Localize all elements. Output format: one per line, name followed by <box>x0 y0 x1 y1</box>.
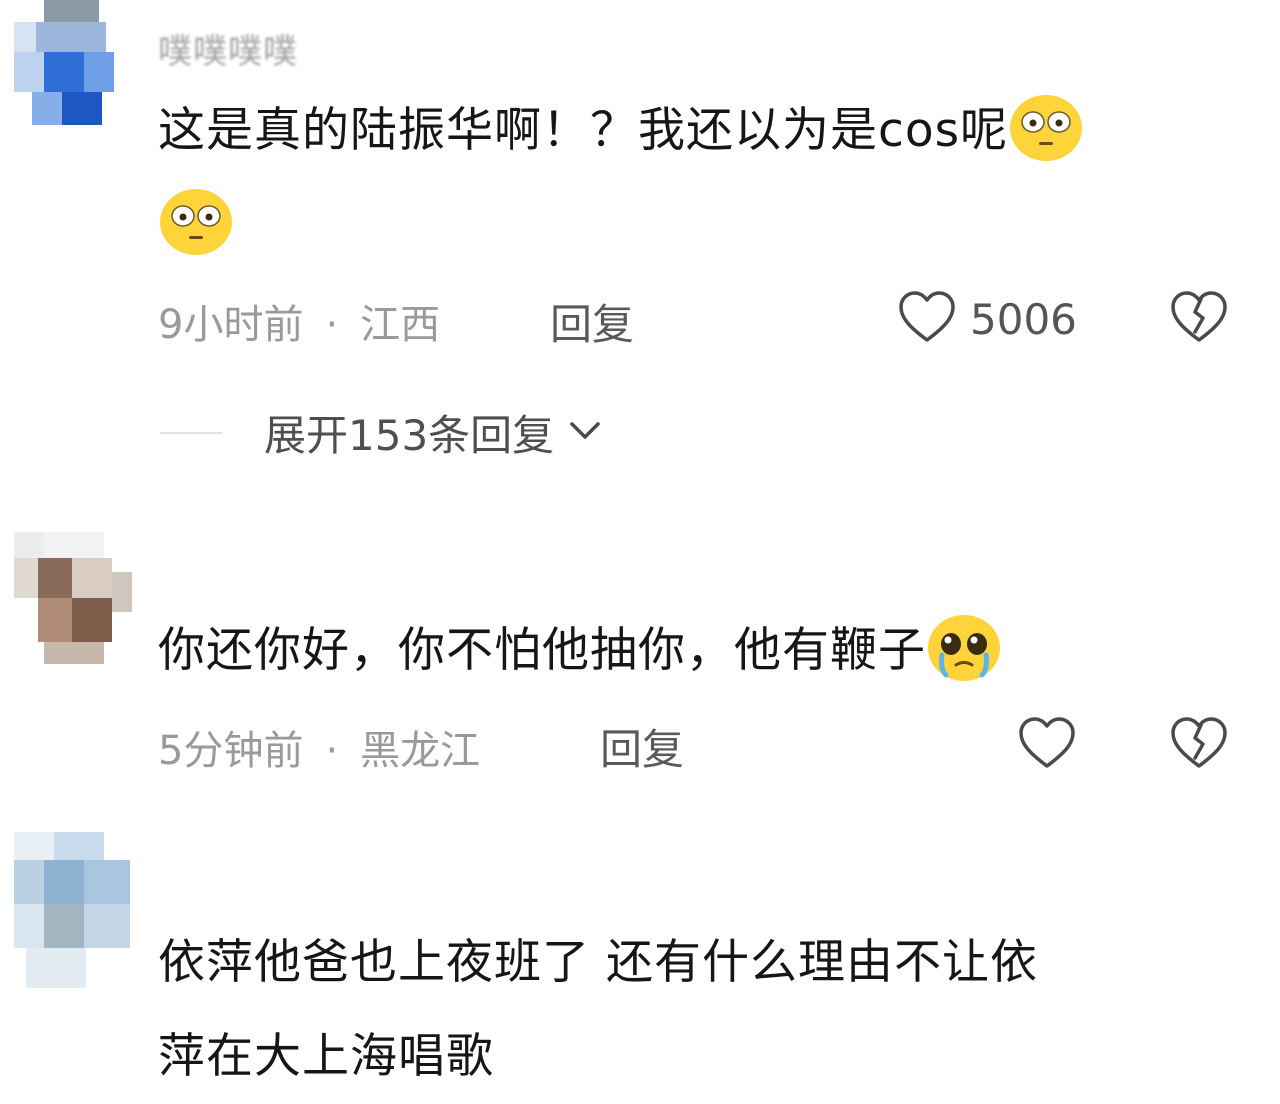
location: 江西 <box>360 302 441 348</box>
comment-text: 依萍他爸也上夜班了 还有什么理由不让依 萍在大上海唱歌 <box>158 916 1248 1104</box>
comment-meta: 9小时前 · 江西 <box>158 292 440 350</box>
separator: · <box>325 302 339 348</box>
like-count: 5006 <box>970 294 1077 344</box>
avatar[interactable] <box>14 0 134 125</box>
divider <box>160 431 222 434</box>
comment-text: 这是真的陆振华啊！？我还以为是cos呢 <box>158 84 1248 272</box>
timestamp: 5分钟前 <box>158 728 304 774</box>
chevron-down-icon <box>568 420 602 446</box>
comment-text: 你还你好，你不怕他抽你，他有鞭子 <box>158 604 1248 698</box>
reply-button[interactable]: 回复 <box>600 716 684 777</box>
heart-icon <box>1018 716 1076 774</box>
separator: · <box>325 728 339 774</box>
expand-replies-label: 展开153条回复 <box>264 411 555 460</box>
pleading-crying-face-emoji-icon <box>926 613 1002 683</box>
avatar[interactable] <box>14 832 134 992</box>
comment-meta: 5分钟前 · 黑龙江 <box>158 718 480 776</box>
reply-button[interactable]: 回复 <box>550 291 634 352</box>
timestamp: 9小时前 <box>158 302 304 348</box>
comment-text-content: 这是真的陆振华啊！？我还以为是cos呢 <box>158 103 1009 158</box>
username[interactable]: 噗噗噗噗 <box>158 24 298 73</box>
like-button[interactable] <box>1018 716 1090 774</box>
avatar[interactable] <box>14 532 134 667</box>
heart-icon <box>898 290 956 348</box>
like-button[interactable]: 5006 <box>898 290 1077 348</box>
expand-replies[interactable]: 展开153条回复 <box>160 402 602 463</box>
flushed-face-emoji-icon <box>158 187 234 257</box>
comment-text-line-1: 依萍他爸也上夜班了 还有什么理由不让依 <box>158 935 1038 990</box>
comment-text-line-2: 萍在大上海唱歌 <box>158 1029 494 1084</box>
comment-text-content: 你还你好，你不怕他抽你，他有鞭子 <box>158 623 926 678</box>
broken-heart-icon[interactable] <box>1170 716 1228 774</box>
location: 黑龙江 <box>360 728 481 774</box>
flushed-face-emoji-icon <box>1008 93 1084 163</box>
broken-heart-icon[interactable] <box>1170 290 1228 348</box>
